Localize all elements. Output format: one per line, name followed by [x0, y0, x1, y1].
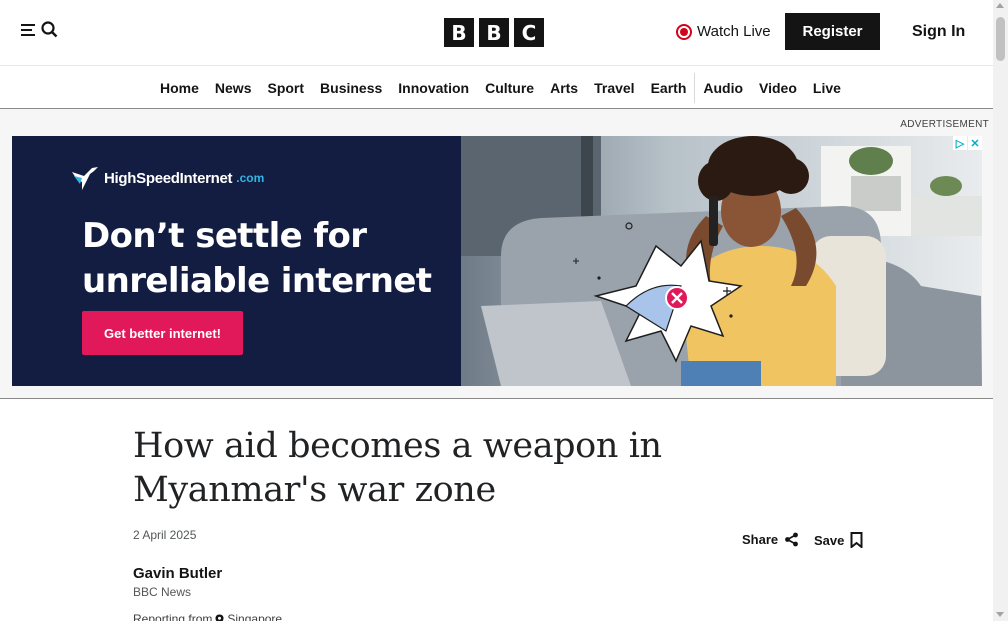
nav-item-innovation[interactable]: Innovation [390, 66, 477, 109]
article-date: 2 April 2025 [133, 528, 197, 542]
search-icon [41, 21, 58, 38]
advert-brand-name: HighSpeedInternet [104, 169, 233, 187]
logo-letter-3: C [514, 18, 544, 47]
watch-live-label: Watch Live [697, 23, 771, 40]
nav-item-business[interactable]: Business [312, 66, 390, 109]
scroll-thumb[interactable] [996, 17, 1005, 61]
advert-container: ADVERTISEMENT HighSpeedInternet .com Don’… [0, 109, 993, 399]
sign-in-button[interactable]: Sign In [912, 23, 965, 41]
advert-brand-domain: .com [236, 171, 265, 185]
advert-headline-line-1: Don’t settle for [82, 216, 367, 256]
advert-cta-button[interactable]: Get better internet! [82, 311, 243, 355]
close-icon[interactable]: ✕ [968, 136, 982, 150]
nav-item-earth[interactable]: Earth [643, 66, 695, 109]
menu-icon [21, 22, 39, 38]
advert-headline: Don’t settle for unreliable internet [82, 214, 452, 304]
nav-item-audio[interactable]: Audio [695, 66, 751, 109]
nav-item-travel[interactable]: Travel [586, 66, 642, 109]
bookmark-icon [850, 532, 863, 548]
logo-letter-1: B [444, 18, 474, 47]
save-label: Save [814, 532, 845, 548]
nav-item-video[interactable]: Video [751, 66, 805, 109]
author-organisation: BBC News [133, 585, 192, 599]
watch-live-link[interactable]: Watch Live [676, 23, 771, 40]
author-name[interactable]: Gavin Butler [133, 565, 222, 582]
advert-label: ADVERTISEMENT [900, 119, 989, 130]
advert-controls: ▷ ✕ [953, 136, 982, 150]
hummingbird-icon [72, 167, 98, 190]
advert-photo: ▷ ✕ [461, 136, 982, 386]
nav-item-news[interactable]: News [207, 66, 260, 109]
advert-headline-line-2: unreliable internet [82, 261, 432, 301]
menu-search-button[interactable] [21, 21, 58, 38]
nav-item-sport[interactable]: Sport [259, 66, 312, 109]
reporting-location: Reporting from Singapore [133, 612, 282, 621]
nav-item-arts[interactable]: Arts [542, 66, 586, 109]
location-pin-icon [215, 614, 224, 621]
advert-banner[interactable]: HighSpeedInternet .com Don’t settle for u… [12, 136, 982, 386]
live-dot-icon [676, 23, 692, 40]
nav-item-live[interactable]: Live [805, 66, 849, 109]
bbc-logo[interactable]: B B C [444, 18, 544, 47]
register-button[interactable]: Register [785, 13, 880, 50]
nav-item-culture[interactable]: Culture [477, 66, 542, 109]
page-scrollbar[interactable] [993, 0, 1008, 621]
nav-item-home[interactable]: Home [152, 66, 207, 109]
adchoices-icon[interactable]: ▷ [953, 136, 967, 150]
advert-photo-illustration [461, 136, 982, 386]
advert-brand-logo: HighSpeedInternet .com [70, 164, 264, 192]
share-label: Share [742, 532, 779, 547]
scroll-up-arrow-icon[interactable] [996, 3, 1004, 8]
site-header: B B C Watch Live Register Sign In [0, 0, 993, 66]
share-button[interactable]: Share [742, 532, 799, 547]
main-navigation: Home News Sport Business Innovation Cult… [0, 66, 993, 109]
save-button[interactable]: Save [814, 532, 863, 548]
article-headline: How aid becomes a weapon in Myanmar's wa… [133, 426, 662, 510]
logo-letter-2: B [479, 18, 509, 47]
reporting-prefix: Reporting from [133, 612, 213, 621]
share-icon [785, 532, 799, 547]
reporting-place: Singapore [227, 612, 283, 621]
advert-text-panel: HighSpeedInternet .com Don’t settle for u… [12, 136, 461, 386]
scroll-down-arrow-icon[interactable] [996, 612, 1004, 617]
